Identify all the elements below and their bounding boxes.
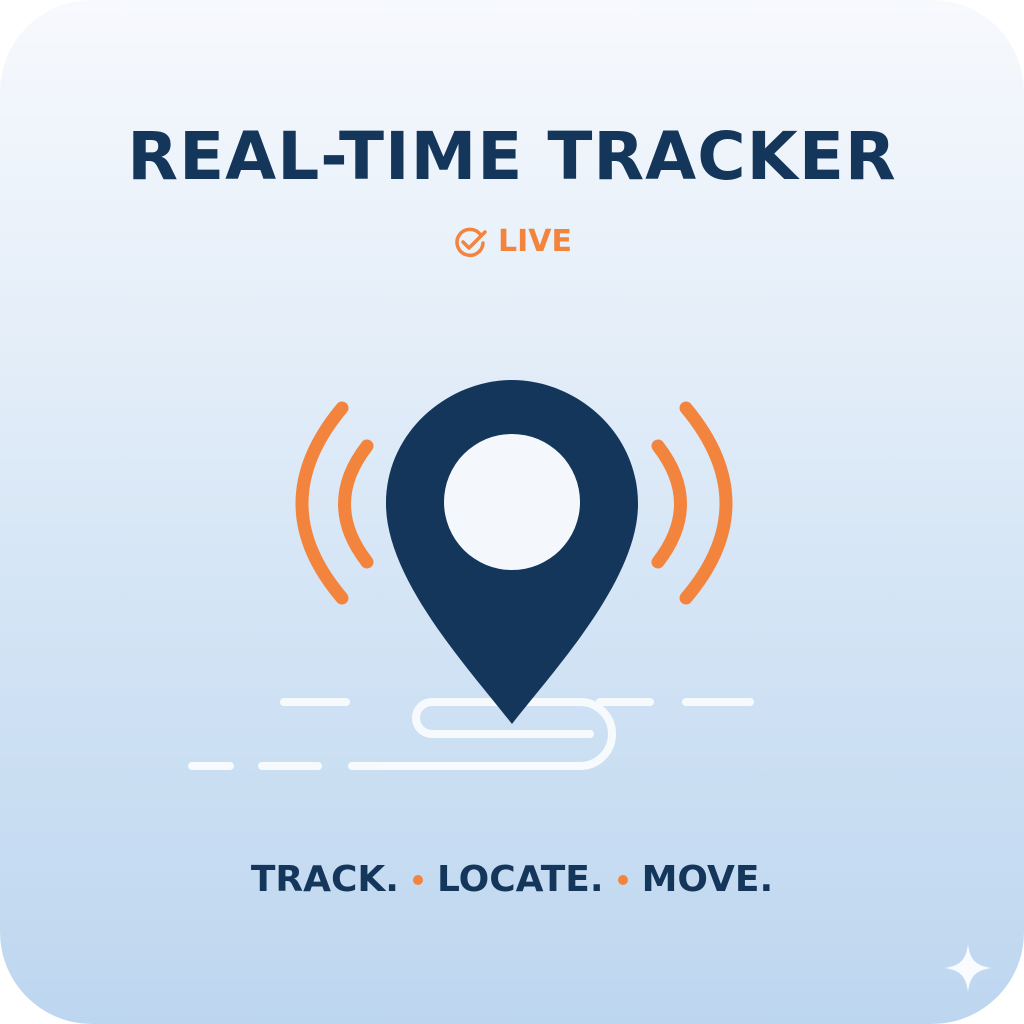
tagline-move: MOVE. xyxy=(641,859,774,900)
app-card: REAL-TIME TRACKER LIVE TRACK. LOCATE. MO… xyxy=(0,0,1024,1024)
tagline-separator-dot xyxy=(412,875,423,885)
sparkle-icon xyxy=(944,944,992,992)
tagline: TRACK. LOCATE. MOVE. xyxy=(0,852,1024,908)
map-pin-icon xyxy=(386,380,638,724)
tagline-separator-dot xyxy=(617,875,628,885)
tagline-track: TRACK. xyxy=(250,859,399,900)
tagline-locate: LOCATE. xyxy=(436,859,604,900)
route-path-icon xyxy=(188,698,754,770)
